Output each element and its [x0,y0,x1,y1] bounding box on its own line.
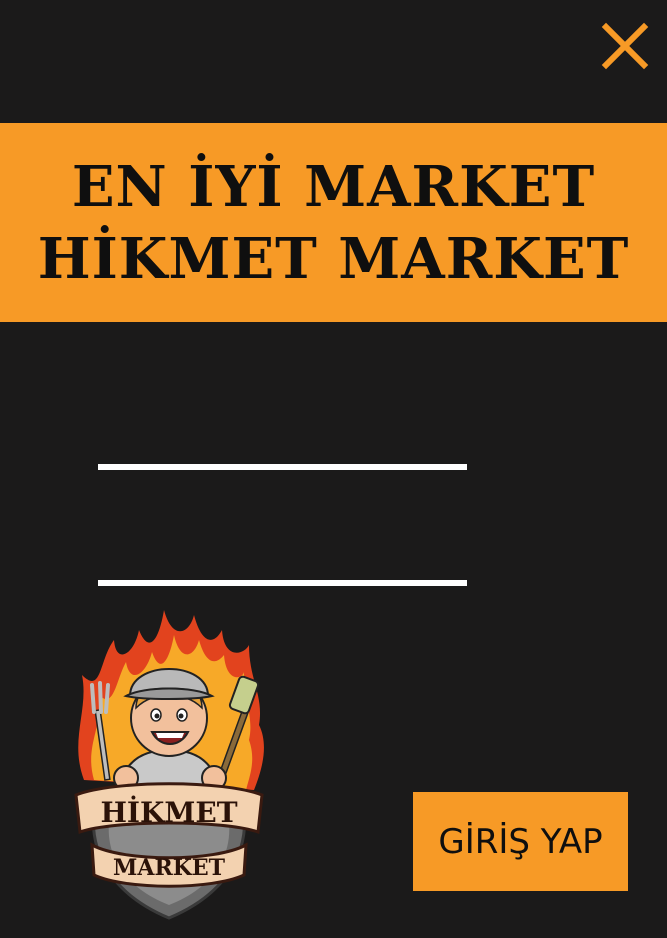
banner-title-line-1: EN İYİ MARKET [71,153,596,220]
close-button[interactable] [601,22,649,70]
close-icon [601,22,649,70]
banner-title-line-2: HİKMET MARKET [37,225,630,292]
logo-text-top: HİKMET [100,795,237,829]
title-banner: EN İYİ MARKET HİKMET MARKET [0,123,667,322]
login-button[interactable]: GİRİŞ YAP [413,792,628,891]
hikmet-market-logo: HİKMET MARKET [64,600,274,930]
logo-text-bottom: MARKET [113,855,226,881]
chef-mascot-logo: HİKMET MARKET [74,610,264,920]
password-field[interactable] [98,546,467,586]
username-field[interactable] [98,430,467,470]
